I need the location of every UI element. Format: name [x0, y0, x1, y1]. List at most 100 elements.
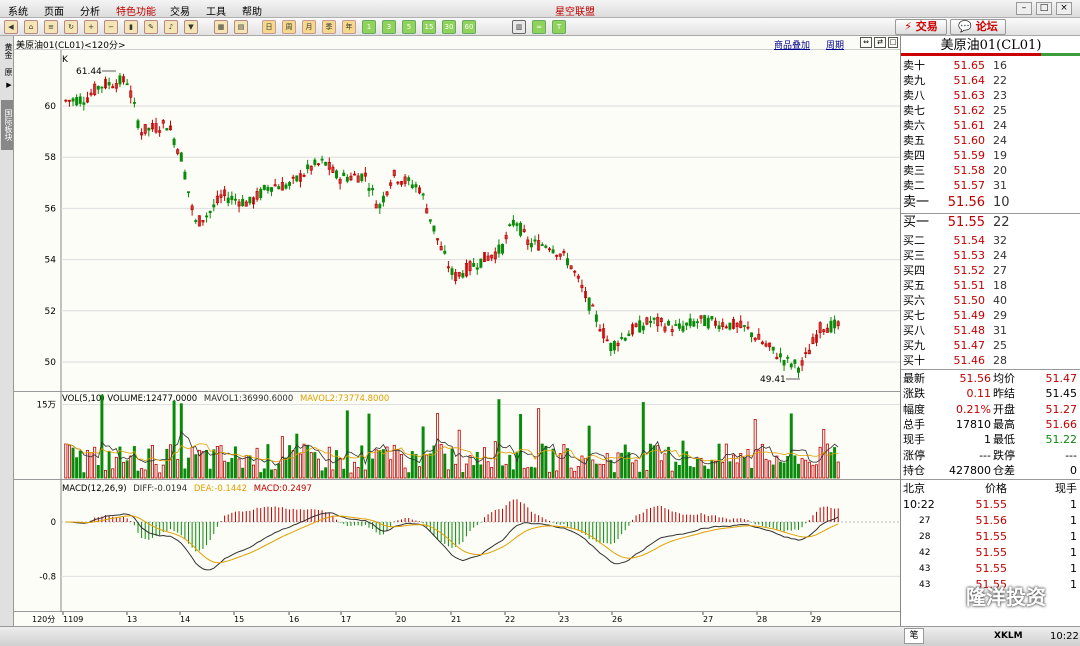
- volume-bar: [461, 472, 465, 479]
- period-quarter-button[interactable]: 季: [322, 20, 336, 34]
- list-icon[interactable]: ≡: [44, 20, 58, 34]
- menu-help[interactable]: 帮助: [242, 3, 262, 18]
- bid-label: 买八: [903, 324, 925, 337]
- volume-bar: [616, 452, 620, 479]
- menu-page[interactable]: 页面: [44, 3, 64, 18]
- volume-bar: [829, 452, 833, 479]
- tools-icon[interactable]: T: [552, 20, 566, 34]
- stat-row: 最新 51.56 均价 51.47: [901, 371, 1080, 386]
- stat-value: 51.22: [1045, 433, 1078, 447]
- period-60m-button[interactable]: 60: [462, 20, 476, 34]
- period-week-button[interactable]: 周: [282, 20, 296, 34]
- candle-body: [472, 262, 476, 267]
- menu-analysis[interactable]: 分析: [80, 3, 100, 18]
- tab-gold[interactable]: 黄金: [1, 40, 13, 62]
- x-axis-tick: 16: [289, 615, 299, 624]
- maximize-icon[interactable]: □: [1036, 2, 1052, 15]
- volume-bar: [378, 449, 382, 479]
- close-pane-icon[interactable]: □: [888, 37, 898, 48]
- period-day-button[interactable]: 日: [262, 20, 276, 34]
- x-axis-tick: 26: [612, 615, 622, 624]
- volume-bar: [100, 394, 104, 479]
- candle-body: [205, 215, 209, 218]
- bid-label: 买六: [903, 294, 925, 307]
- bid-label: 买九: [903, 339, 925, 352]
- period-month-button[interactable]: 月: [302, 20, 316, 34]
- x-axis-tick: 1109: [63, 615, 83, 624]
- candle-body: [742, 325, 746, 327]
- volume-bar: [114, 456, 118, 479]
- candle-body: [667, 320, 671, 326]
- indicator-icon[interactable]: ≈: [532, 20, 546, 34]
- period-3m-button[interactable]: 3: [382, 20, 396, 34]
- bid-price: 51.48: [953, 324, 986, 337]
- candle-body: [594, 314, 598, 322]
- menu-features[interactable]: 特色功能: [116, 3, 156, 18]
- minimize-icon[interactable]: –: [1016, 2, 1032, 15]
- stat-row: 涨停 --- 跌停 ---: [901, 448, 1080, 463]
- volume-legend-mavol2: MAVOL2:73774.8000: [300, 394, 389, 404]
- menu-trade[interactable]: 交易: [170, 3, 190, 18]
- report-icon[interactable]: ▤: [234, 20, 248, 34]
- kline-type-icon[interactable]: ▥: [512, 20, 526, 34]
- stat-value: ---: [1065, 448, 1077, 462]
- ask-price: 51.64: [953, 74, 986, 87]
- volume-bar: [147, 448, 151, 479]
- macd-pane[interactable]: MACD(12,26,9) DIFF:-0.0194 DEA:-0.1442 M…: [14, 480, 900, 612]
- stat-label: 跌停: [993, 448, 1015, 462]
- trade-button[interactable]: ⚡ 交易: [895, 19, 947, 35]
- period-5m-button[interactable]: 5: [402, 20, 416, 34]
- zoom-out-icon[interactable]: −: [104, 20, 118, 34]
- bars-icon[interactable]: ▮: [124, 20, 138, 34]
- zoom-in-icon[interactable]: +: [84, 20, 98, 34]
- tick-volume: 1: [1070, 514, 1077, 528]
- tick-tab[interactable]: 笔: [904, 628, 924, 644]
- ask-price: 51.60: [953, 134, 986, 147]
- period-1m-button[interactable]: 1: [362, 20, 376, 34]
- pen-icon[interactable]: ✎: [144, 20, 158, 34]
- forum-button[interactable]: 💬 论坛: [950, 19, 1006, 35]
- volume-bar: [562, 444, 566, 479]
- volume-bar: [266, 444, 270, 479]
- menu-system[interactable]: 系统: [8, 3, 28, 18]
- ask1-row: 卖一 51.56 10: [901, 194, 1080, 212]
- volume-pane[interactable]: VOL(5,10) VOLUME:12477.0000 MAVOL1:36990…: [14, 392, 900, 480]
- volume-bar: [78, 450, 82, 479]
- filter-icon[interactable]: ▼: [184, 20, 198, 34]
- period-15m-button[interactable]: 15: [422, 20, 436, 34]
- period-30m-button[interactable]: 30: [442, 20, 456, 34]
- back-icon[interactable]: ◀: [4, 20, 18, 34]
- candle-body: [497, 244, 501, 254]
- expand-icon[interactable]: ⇄: [874, 37, 886, 48]
- close-icon[interactable]: ×: [1056, 2, 1072, 15]
- ask-volume: 19: [993, 149, 1007, 162]
- volume-bar: [515, 451, 519, 479]
- volume-bar: [836, 461, 840, 479]
- candle-body: [703, 315, 707, 327]
- tick-price: 51.56: [975, 514, 1008, 528]
- period-year-button[interactable]: 年: [342, 20, 356, 34]
- watermark-text: 隆洋投资: [966, 585, 1046, 609]
- tab-international-sector[interactable]: 国际板块: [1, 100, 13, 150]
- volume-bar: [284, 457, 288, 479]
- candle-body: [208, 210, 212, 214]
- candle-body: [612, 341, 616, 351]
- arrow-right-icon[interactable]: ▶: [1, 80, 13, 90]
- kline-pane[interactable]: K 60 58 56 54 52 50 61.44 49.41: [14, 50, 900, 392]
- trading-app: 系统 页面 分析 特色功能 交易 工具 帮助 星空联盟 – □ × ◀ ⌂ ≡ …: [0, 0, 1080, 646]
- candle-body: [132, 102, 136, 104]
- menu-bar: 系统 页面 分析 特色功能 交易 工具 帮助 星空联盟 – □ ×: [0, 0, 1080, 18]
- volume-bar: [122, 461, 126, 479]
- table-icon[interactable]: ▦: [214, 20, 228, 34]
- candle-body: [262, 184, 266, 190]
- menu-tools[interactable]: 工具: [206, 3, 226, 18]
- tab-crude[interactable]: 原: [1, 66, 13, 78]
- volume-bar: [360, 445, 364, 479]
- refresh-icon[interactable]: ↻: [64, 20, 78, 34]
- app-title: 星空联盟: [555, 7, 595, 18]
- bid-volume: 18: [993, 279, 1007, 292]
- home-icon[interactable]: ⌂: [24, 20, 38, 34]
- shrink-icon[interactable]: ⇔: [860, 37, 872, 48]
- alarm-icon[interactable]: ♪: [164, 20, 178, 34]
- volume-bar: [226, 461, 230, 479]
